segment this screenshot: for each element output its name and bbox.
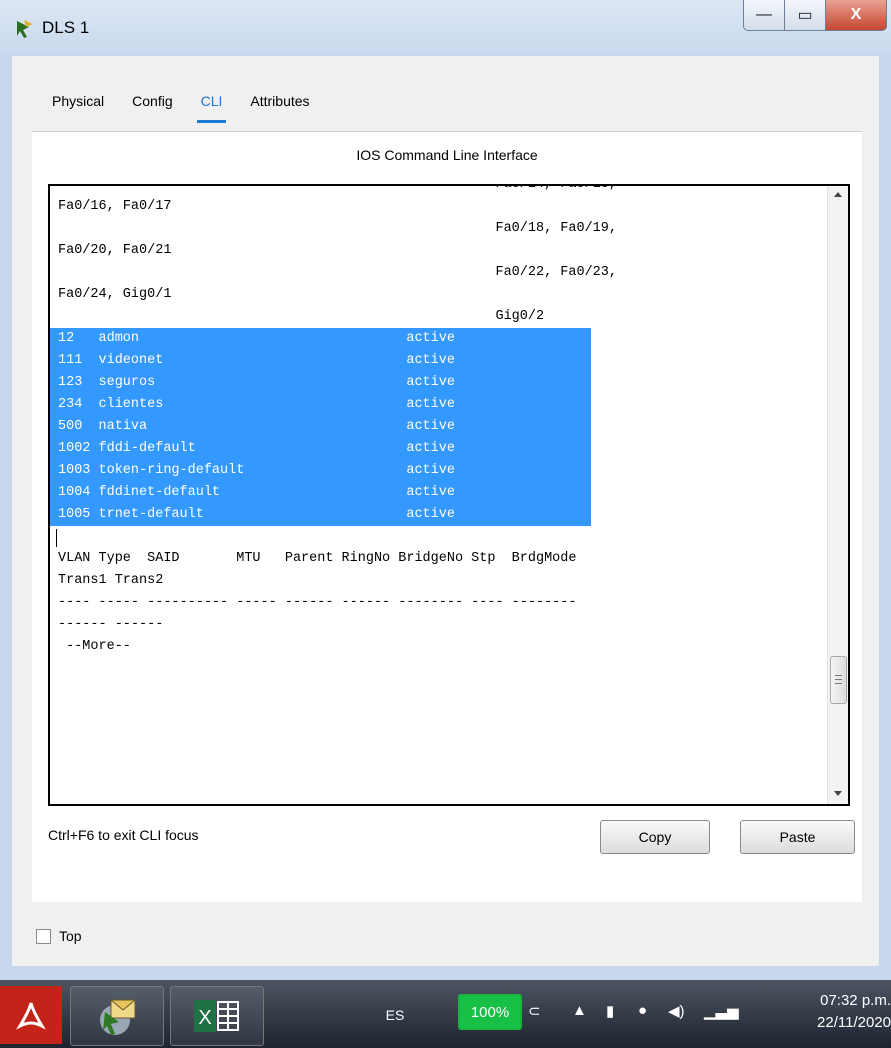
window-client-area: Physical Config CLI Attributes IOS Comma… xyxy=(12,56,879,966)
top-checkbox[interactable] xyxy=(36,928,51,944)
close-button[interactable]: X xyxy=(825,0,887,31)
terminal-line-selected: 111 videonet active xyxy=(50,350,818,372)
clock-date: 22/11/2020 xyxy=(817,1014,891,1031)
terminal-line: Fa0/24, Gig0/1 xyxy=(58,287,172,302)
switch-app-icon xyxy=(17,20,33,38)
grip-line xyxy=(835,675,842,676)
app-window: DLS 1 — ▭ X Physical Config CLI Attribut… xyxy=(0,0,891,980)
grip-line xyxy=(835,679,842,680)
terminal-line-selected: 12 admon active xyxy=(50,328,818,350)
maximize-button[interactable]: ▭ xyxy=(784,0,826,31)
terminal-output: Fa0/14, Fa0/15, Fa0/16, Fa0/17 Fa0/18, F… xyxy=(50,184,818,670)
window-frame-left xyxy=(0,56,12,980)
show-hidden-icons-icon[interactable]: ▲ xyxy=(572,1002,587,1019)
terminal-line: VLAN Type SAID MTU Parent RingNo BridgeN… xyxy=(58,551,577,566)
text-cursor xyxy=(56,529,57,547)
packet-tracer-icon xyxy=(100,999,137,1035)
scrollbar-thumb[interactable] xyxy=(830,656,847,704)
terminal-line: Fa0/14, Fa0/15, xyxy=(58,184,617,192)
terminal-line: Gig0/2 xyxy=(58,309,545,324)
tab-config[interactable]: Config xyxy=(122,89,182,119)
terminal-line: Fa0/20, Fa0/21 xyxy=(58,243,172,258)
cli-focus-hint: Ctrl+F6 to exit CLI focus xyxy=(48,827,199,843)
terminal-scrollbar[interactable] xyxy=(827,186,848,804)
terminal-line: Fa0/16, Fa0/17 xyxy=(58,199,172,214)
tab-physical[interactable]: Physical xyxy=(42,89,114,119)
panel-title: IOS Command Line Interface xyxy=(356,147,538,163)
top-checkbox-label: Top xyxy=(59,928,82,944)
paste-button[interactable]: Paste xyxy=(740,820,855,854)
grip-line xyxy=(835,683,842,684)
window-frame-right xyxy=(879,56,891,980)
signal-strength-icon[interactable]: ▁▃▅ xyxy=(704,1002,739,1020)
scroll-down-arrow-icon[interactable] xyxy=(834,791,842,796)
terminal-line-selected: 1004 fddinet-default active xyxy=(50,482,818,504)
window-frame-bottom xyxy=(0,966,891,980)
taskbar-clock[interactable]: 07:32 p.m. 22/11/2020 xyxy=(808,990,891,1034)
language-indicator[interactable]: ES xyxy=(380,986,410,1044)
terminal-line: Trans1 Trans2 xyxy=(58,573,164,588)
packet-tracer-taskbar-button[interactable] xyxy=(70,986,164,1046)
tab-attributes[interactable]: Attributes xyxy=(240,89,319,119)
terminal-line-selected: 123 seguros active xyxy=(50,372,818,394)
copy-button[interactable]: Copy xyxy=(600,820,710,854)
terminal-line-selected: 500 nativa active xyxy=(50,416,818,438)
terminal-line: ---- ----- ---------- ----- ------ -----… xyxy=(58,595,577,610)
clock-time: 07:32 p.m. xyxy=(820,992,891,1009)
tab-bar: Physical Config CLI Attributes xyxy=(42,89,328,123)
title-bar: DLS 1 — ▭ X xyxy=(0,0,891,57)
terminal-line xyxy=(56,526,818,548)
minimize-button[interactable]: — xyxy=(743,0,785,31)
svg-text:X: X xyxy=(198,1007,211,1029)
terminal-line-selected: 1002 fddi-default active xyxy=(50,438,818,460)
terminal-line-selected: 1003 token-ring-default active xyxy=(50,460,818,482)
excel-icon: X xyxy=(194,1000,239,1032)
top-checkbox-row[interactable]: Top xyxy=(36,928,82,944)
pdf-icon xyxy=(16,1002,46,1030)
terminal-line-selected: 1005 trnet-default active xyxy=(50,504,818,526)
network-tray-icon[interactable]: ⊂ xyxy=(528,1002,541,1020)
terminal-line: ------ ------ xyxy=(58,617,164,632)
scroll-up-arrow-icon[interactable] xyxy=(834,192,842,197)
terminal-line: Fa0/22, Fa0/23, xyxy=(58,265,617,280)
device-tray-icon[interactable]: ▮ xyxy=(606,1002,614,1020)
tab-cli[interactable]: CLI xyxy=(191,89,233,123)
battery-indicator[interactable]: 100% xyxy=(458,994,522,1030)
terminal-line-selected: 234 clientes active xyxy=(50,394,818,416)
pdf-reader-taskbar-button[interactable] xyxy=(0,986,62,1044)
cli-panel: IOS Command Line Interface Fa0/14, Fa0/1… xyxy=(32,131,862,902)
cli-terminal[interactable]: Fa0/14, Fa0/15, Fa0/16, Fa0/17 Fa0/18, F… xyxy=(48,184,850,806)
terminal-line: Fa0/18, Fa0/19, xyxy=(58,221,617,236)
network-error-icon[interactable]: ● xyxy=(638,1002,647,1019)
terminal-line: --More-- xyxy=(58,639,131,654)
window-title: DLS 1 xyxy=(42,18,90,37)
excel-taskbar-button[interactable]: X xyxy=(170,986,264,1046)
volume-icon[interactable]: ◀) xyxy=(668,1002,685,1020)
taskbar: X ES 100% ⊂ ▲ ▮ ● ◀) ▁▃▅ 07:32 p.m. 22/1… xyxy=(0,980,891,1048)
